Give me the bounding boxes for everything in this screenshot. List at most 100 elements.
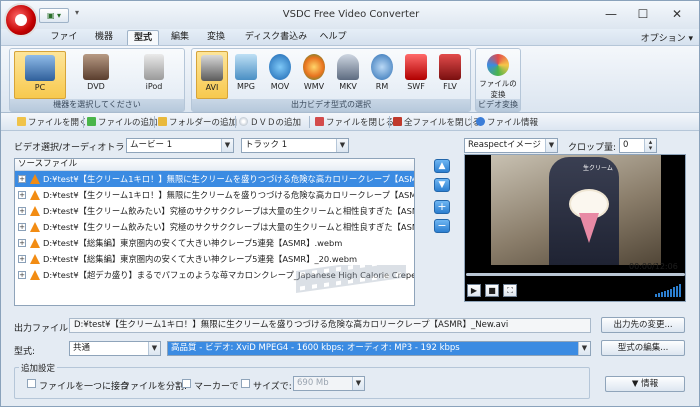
expand-icon[interactable]: +: [18, 191, 26, 199]
move-up-button[interactable]: ▲: [434, 159, 450, 173]
video-track-dropdown[interactable]: ムービー 1 ▼: [126, 138, 234, 153]
file-row[interactable]: + D:¥test¥【生クリーム飲みたい】究極のサクサククレープは大量の生クリーム…: [15, 219, 414, 235]
app-logo-icon[interactable]: [4, 3, 38, 37]
device-dvd-button[interactable]: DVD: [70, 51, 122, 99]
remove-item-button[interactable]: −: [434, 219, 450, 233]
video-preview: 生クリーム: [464, 154, 686, 302]
format-profile-dropdown[interactable]: 高品質 - ビデオ: XviD MPEG4 - 1600 kbps; オーディオ…: [167, 341, 591, 356]
tab-help[interactable]: ヘルプ: [319, 30, 347, 45]
tab-convert[interactable]: 変換: [203, 30, 229, 45]
format-flv-button[interactable]: FLV: [434, 51, 466, 99]
format-mpg-label: MPG: [237, 82, 255, 91]
toolbar-separator: [154, 116, 155, 128]
info-toggle-button[interactable]: ▼ 情報: [605, 376, 685, 392]
format-category-dropdown[interactable]: 共通 ▼: [69, 341, 161, 356]
open-file-label: ファイルを開く: [28, 118, 88, 128]
play-button[interactable]: ▶: [467, 284, 481, 297]
move-down-button[interactable]: ▼: [434, 178, 450, 192]
expand-icon[interactable]: +: [18, 255, 26, 263]
expand-icon[interactable]: +: [18, 271, 26, 279]
source-file-list[interactable]: ソースファイル + D:¥test¥【生クリーム1キロ！】無限に生クリームを盛りつ…: [14, 158, 415, 306]
format-swf-button[interactable]: SWF: [400, 51, 432, 99]
tab-edit[interactable]: 編集: [167, 30, 193, 45]
open-file-button[interactable]: ファイルを開く: [17, 116, 88, 129]
file-row[interactable]: + D:¥test¥【生クリーム1キロ！】無限に生クリームを盛りつづける危険な高カ…: [15, 171, 414, 187]
split-by-marker-checkbox[interactable]: [182, 379, 191, 388]
timecode: 00:00/12:06: [629, 262, 678, 271]
format-rm-button[interactable]: RM: [366, 51, 398, 99]
file-row[interactable]: + D:¥test¥【生クリーム飲みたい】究極のサクサククレープは大量の生クリーム…: [15, 203, 414, 219]
file-info-button[interactable]: ファイル情報: [476, 116, 538, 129]
expand-icon[interactable]: +: [18, 175, 26, 183]
toolbar-separator: [309, 116, 310, 128]
toolbar-separator: [471, 116, 472, 128]
fullscreen-button[interactable]: ⛶: [503, 284, 517, 297]
device-ipod-button[interactable]: iPod: [128, 51, 180, 99]
format-mkv-button[interactable]: MKV: [332, 51, 364, 99]
format-avi-button[interactable]: AVI: [196, 51, 228, 99]
file-row[interactable]: + D:¥test¥【生クリーム1キロ！】無限に生クリームを盛りつづける危険な高カ…: [15, 187, 414, 203]
output-path-field[interactable]: D:¥test¥【生クリーム1キロ！】無限に生クリームを盛りつづける危険な高カロ…: [69, 318, 591, 333]
format-flv-label: FLV: [443, 82, 457, 91]
volume-icon[interactable]: [655, 284, 683, 297]
video-track-value: ムービー 1: [130, 140, 173, 150]
format-mpg-button[interactable]: MPG: [230, 51, 262, 99]
convert-files-button[interactable]: ファイルの変換: [478, 51, 518, 99]
add-dvd-label: ＤＶＤの追加: [250, 118, 302, 128]
convert-icon: [487, 54, 509, 76]
folder-open-icon: [17, 117, 26, 126]
format-mov-label: MOV: [270, 82, 290, 91]
ribbon: PC DVD iPod 機器を選択してください AVI MPG MOV WMV …: [1, 45, 699, 113]
expand-icon[interactable]: +: [18, 239, 26, 247]
vlc-file-icon: [30, 222, 40, 232]
minimize-button[interactable]: —: [599, 5, 623, 23]
options-menu[interactable]: オプション ▾: [641, 31, 693, 44]
tab-disc-burn[interactable]: ディスク書込み: [241, 30, 311, 45]
add-folder-button[interactable]: フォルダーの追加: [158, 116, 237, 129]
split-by-size-checkbox[interactable]: [241, 379, 250, 388]
tab-file[interactable]: ファイル: [47, 30, 81, 56]
spinner-arrows-icon[interactable]: ▴ ▾: [644, 139, 656, 152]
audio-track-dropdown[interactable]: トラック 1 ▼: [241, 138, 349, 153]
edit-format-button[interactable]: 型式の編集...: [601, 340, 685, 356]
close-button[interactable]: ✕: [665, 5, 689, 23]
format-rm-label: RM: [375, 82, 389, 91]
format-profile-value: 高品質 - ビデオ: XviD MPEG4 - 1600 kbps; オーディオ…: [171, 343, 460, 353]
tab-devices[interactable]: 機器: [91, 30, 117, 45]
crop-amount-spinner[interactable]: 0 ▴ ▾: [619, 138, 657, 153]
device-pc-button[interactable]: PC: [14, 51, 66, 99]
tab-format[interactable]: 型式: [127, 30, 159, 45]
add-item-button[interactable]: +: [434, 200, 450, 214]
file-info-label: ファイル情報: [487, 118, 539, 128]
preview-frame: 生クリーム: [491, 155, 661, 265]
flash-icon: [405, 54, 427, 80]
split-by-size-label: サイズで:: [253, 382, 292, 392]
close-file-button[interactable]: ファイルを閉じる: [315, 116, 394, 129]
device-dvd-label: DVD: [87, 82, 105, 91]
expand-icon[interactable]: +: [18, 223, 26, 231]
expand-icon[interactable]: +: [18, 207, 26, 215]
toolbar-separator: [235, 116, 236, 128]
file-path: D:¥test¥【総集編】東京圏内の安くて大きい神クレープ5連発【ASMR】.w…: [43, 238, 343, 248]
vlc-file-icon: [30, 174, 40, 184]
format-mov-button[interactable]: MOV: [264, 51, 296, 99]
file-row[interactable]: + D:¥test¥【総集編】東京圏内の安くて大きい神クレープ5連発【ASMR】.…: [15, 235, 414, 251]
format-mkv-label: MKV: [339, 82, 357, 91]
add-file-button[interactable]: ファイルの追加: [87, 116, 158, 129]
maximize-button[interactable]: ☐: [631, 5, 655, 23]
merge-files-checkbox[interactable]: [27, 379, 36, 388]
split-size-dropdown[interactable]: 690 Mb ▼: [293, 376, 365, 391]
seek-bar[interactable]: [466, 273, 685, 276]
preview-caption: 生クリーム: [583, 165, 613, 172]
split-by-marker-label: マーカーで: [194, 382, 239, 392]
vlc-file-icon: [30, 270, 40, 280]
chevron-down-icon: ▼: [545, 139, 557, 152]
aspect-dropdown[interactable]: Reaspectイメージ ▼: [464, 138, 558, 153]
close-all-button[interactable]: 全ファイルを閉じる: [393, 116, 481, 129]
format-group-label: 出力ビデオ型式の選択: [192, 99, 470, 111]
add-dvd-button[interactable]: ＤＶＤの追加: [239, 116, 301, 129]
change-destination-button[interactable]: 出力先の変更...: [601, 317, 685, 333]
format-wmv-button[interactable]: WMV: [298, 51, 330, 99]
close-file-icon: [315, 117, 324, 126]
stop-button[interactable]: ■: [485, 284, 499, 297]
